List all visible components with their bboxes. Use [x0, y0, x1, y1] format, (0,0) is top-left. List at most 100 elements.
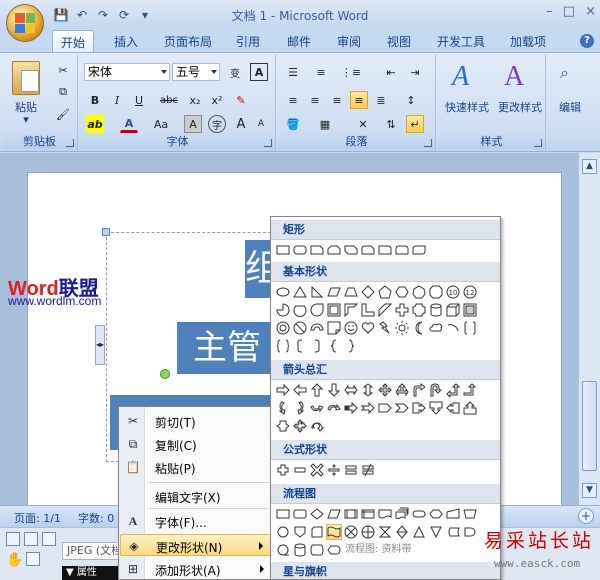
view-icon[interactable] [42, 532, 56, 546]
bold-button[interactable]: B [86, 91, 104, 109]
rectangle-shape-icon[interactable] [275, 242, 291, 258]
flowchart-terminator-shape-icon[interactable] [411, 506, 427, 522]
flowchart-multidocument-shape-icon[interactable] [394, 506, 410, 522]
minus-shape-icon[interactable] [292, 462, 308, 478]
tab-page-layout[interactable]: 页面布局 [164, 33, 212, 50]
rounded-rectangle-shape-icon[interactable] [292, 242, 308, 258]
org-node-manager[interactable]: 主管 [177, 322, 277, 374]
quad-arrow-shape-icon[interactable] [377, 382, 393, 398]
tab-addins[interactable]: 加载项 [510, 33, 546, 50]
strikethrough-button[interactable]: abc [160, 91, 178, 109]
flowchart-summing-junction-shape-icon[interactable] [343, 524, 359, 540]
justify-icon[interactable]: ≡ [350, 91, 368, 109]
flowchart-card-shape-icon[interactable] [309, 524, 325, 540]
rotation-handle[interactable] [160, 369, 170, 379]
curved-right-arrow-shape-icon[interactable] [275, 400, 291, 416]
styles-launcher-icon[interactable] [534, 139, 542, 147]
curved-left-arrow-shape-icon[interactable] [292, 400, 308, 416]
bevel-shape-icon[interactable] [462, 302, 478, 318]
flowchart-display-shape-icon[interactable] [326, 542, 342, 558]
can-shape-icon[interactable] [428, 302, 444, 318]
right-bracket-shape-icon[interactable] [309, 338, 325, 354]
tab-home[interactable]: 开始 [52, 30, 95, 53]
flowchart-stored-data-shape-icon[interactable] [445, 524, 461, 540]
hand-tool-icon[interactable]: ✋ [6, 552, 23, 568]
subscript-button[interactable]: x₂ [186, 91, 204, 109]
left-right-arrow-callout-shape-icon[interactable] [275, 418, 291, 434]
cross-shape-icon[interactable] [394, 302, 410, 318]
flowchart-alternate-process-shape-icon[interactable] [292, 506, 308, 522]
decrease-indent-icon[interactable]: ⇤ [382, 63, 400, 81]
right-brace-shape-icon[interactable] [343, 338, 359, 354]
font-name-combo[interactable]: 宋体 [84, 63, 170, 81]
distributed-icon[interactable]: ≣ [372, 91, 390, 109]
bent-arrow-shape-icon[interactable] [411, 382, 427, 398]
circular-arrow-shape-icon[interactable] [309, 418, 325, 434]
flowchart-magnetic-disk-shape-icon[interactable] [292, 542, 308, 558]
increase-indent-icon[interactable]: ⇥ [406, 63, 424, 81]
text-pane-toggle[interactable]: ◂▸ [95, 325, 105, 365]
striped-right-arrow-shape-icon[interactable] [343, 400, 359, 416]
divide-shape-icon[interactable] [326, 462, 342, 478]
copy-icon[interactable]: ⧉ [54, 83, 72, 101]
down-arrow-shape-icon[interactable] [326, 382, 342, 398]
plus-shape-icon[interactable] [275, 462, 291, 478]
tab-references[interactable]: 引用 [236, 33, 260, 50]
tab-review[interactable]: 审阅 [337, 33, 361, 50]
folded-corner-shape-icon[interactable] [326, 320, 342, 336]
flowchart-or-shape-icon[interactable] [360, 524, 376, 540]
l-shape-icon[interactable] [360, 302, 376, 318]
superscript-button[interactable]: x² [208, 91, 226, 109]
scroll-up-icon[interactable]: ▲ [582, 159, 597, 174]
plaque-shape-icon[interactable] [411, 302, 427, 318]
char-border-icon[interactable]: A [250, 63, 268, 81]
flowchart-document-shape-icon[interactable] [377, 506, 393, 522]
hexagon-shape-icon[interactable] [394, 284, 410, 300]
flowchart-decision-shape-icon[interactable] [309, 506, 325, 522]
flowchart-manual-operation-shape-icon[interactable] [462, 506, 478, 522]
left-right-up-arrow-shape-icon[interactable] [394, 382, 410, 398]
shading-icon[interactable]: 🪣 [284, 115, 302, 133]
curved-down-arrow-shape-icon[interactable] [326, 400, 342, 416]
oval-shape-icon[interactable] [275, 284, 291, 300]
dodecagon-shape-icon[interactable]: 12 [462, 284, 478, 300]
trapezoid-shape-icon[interactable] [343, 284, 359, 300]
paste-dropdown-icon[interactable]: ▾ [20, 113, 32, 126]
numbering-icon[interactable]: ≡ [312, 63, 330, 81]
diagonal-stripe-shape-icon[interactable] [377, 302, 393, 318]
quick-styles-icon[interactable]: A [452, 61, 469, 93]
change-styles-label[interactable]: 更改样式 [492, 99, 548, 115]
left-bracket-shape-icon[interactable] [292, 338, 308, 354]
flowchart-process-shape-icon[interactable] [275, 506, 291, 522]
format-painter-icon[interactable]: 🖌 [54, 105, 72, 123]
equal-shape-icon[interactable] [343, 462, 359, 478]
align-right-icon[interactable]: ≡ [328, 91, 346, 109]
flowchart-delay-shape-icon[interactable] [462, 524, 478, 540]
flowchart-merge-shape-icon[interactable] [428, 524, 444, 540]
pentagon-arrow-shape-icon[interactable] [377, 400, 393, 416]
menu-item-edit-text[interactable]: 编辑文字(X) [120, 485, 272, 507]
left-arrow-shape-icon[interactable] [292, 382, 308, 398]
multilevel-list-icon[interactable]: ⋮≡ [341, 63, 361, 81]
change-case-button[interactable]: Aa [152, 115, 170, 133]
view-icon[interactable] [6, 532, 20, 546]
flowchart-offpage-connector-shape-icon[interactable] [292, 524, 308, 540]
up-down-arrow-shape-icon[interactable] [360, 382, 376, 398]
clipboard-launcher-icon[interactable] [66, 139, 74, 147]
view-icon[interactable] [24, 532, 38, 546]
minimize-button[interactable]: – [546, 4, 553, 19]
snip-round-shape-icon[interactable] [360, 242, 376, 258]
half-frame-shape-icon[interactable] [343, 302, 359, 318]
zoom-in-icon[interactable]: + [578, 508, 594, 524]
sort-icon[interactable]: ⇅ [382, 115, 400, 133]
left-up-arrow-shape-icon[interactable] [445, 382, 461, 398]
bent-up-arrow-shape-icon[interactable] [462, 382, 478, 398]
moon-shape-icon[interactable] [411, 320, 427, 336]
round-diagonal-shape-icon[interactable] [411, 242, 427, 258]
editing-label[interactable]: 编辑 [552, 99, 588, 115]
quick-styles-label[interactable]: 快速样式 [440, 99, 494, 115]
flowchart-manual-input-shape-icon[interactable] [445, 506, 461, 522]
up-arrow-shape-icon[interactable] [309, 382, 325, 398]
cut-icon[interactable]: ✂ [54, 61, 72, 79]
teardrop-shape-icon[interactable] [309, 302, 325, 318]
